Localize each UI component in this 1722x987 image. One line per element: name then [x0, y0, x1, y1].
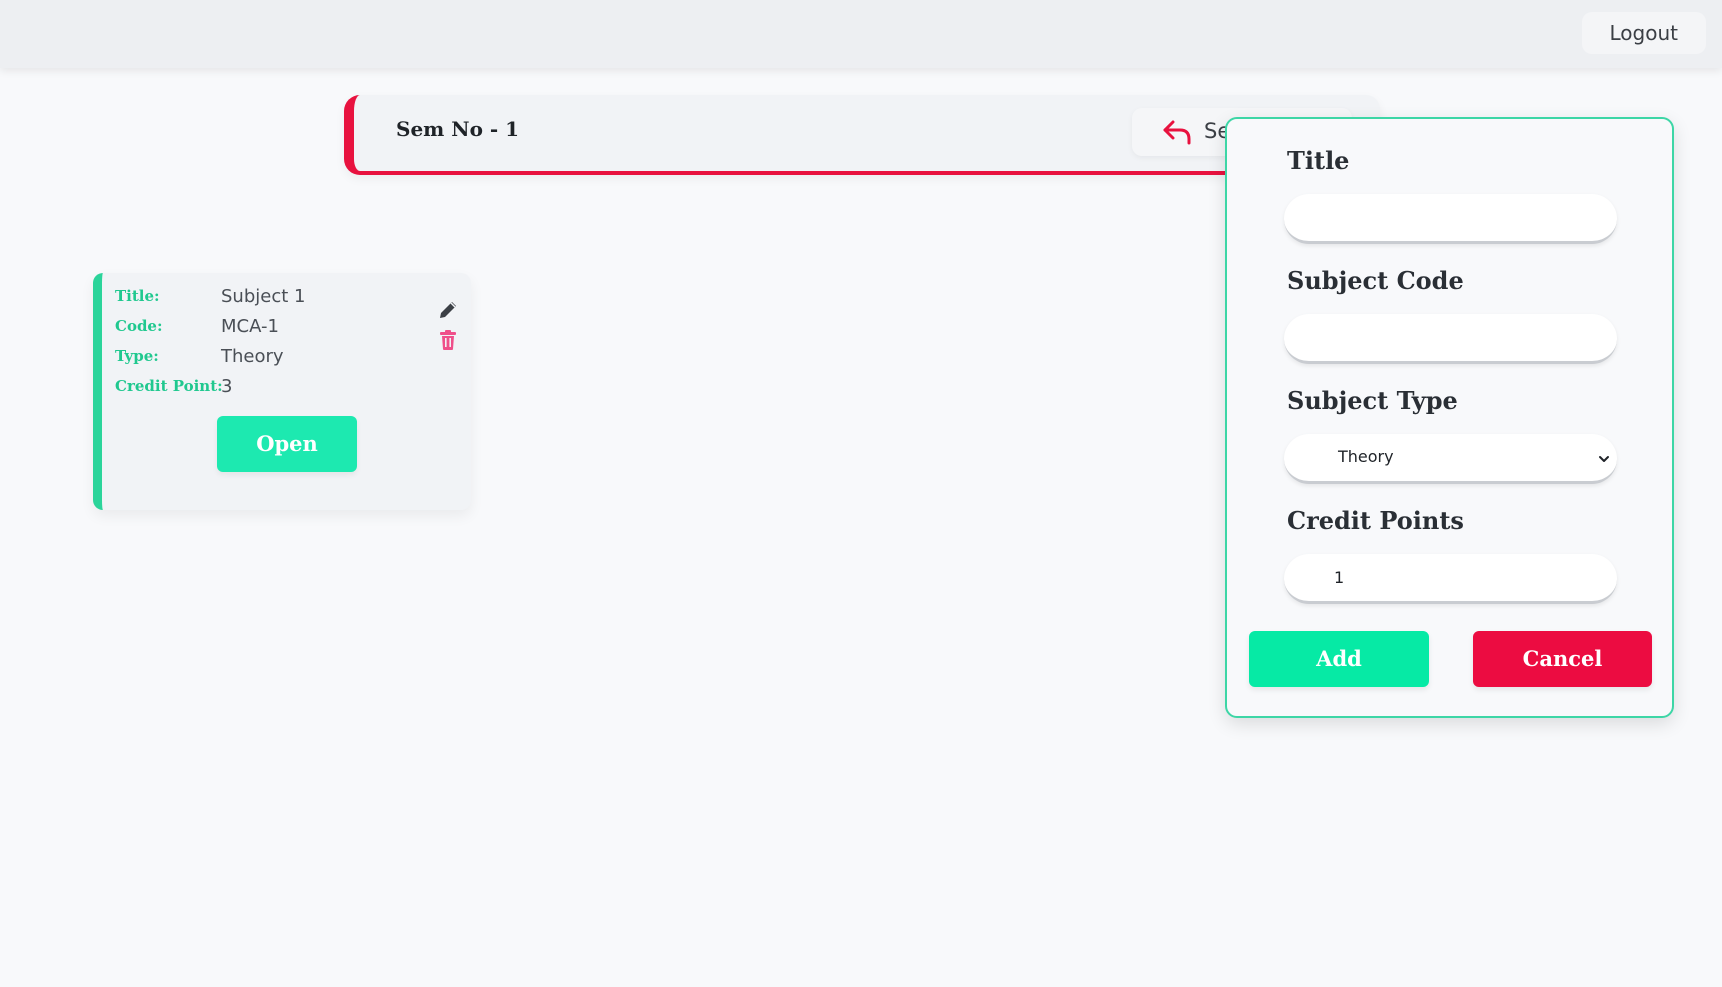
card-label: Code: [115, 317, 163, 335]
card-label: Title: [115, 287, 160, 305]
open-subject-button[interactable]: Open [217, 416, 357, 472]
subject-type-selected-value: Theory [1338, 447, 1394, 466]
subject-type-select[interactable]: Theory [1284, 434, 1617, 484]
card-value: MCA-1 [221, 315, 279, 337]
credit-points-input[interactable] [1284, 554, 1617, 604]
trash-icon[interactable] [438, 329, 458, 351]
semester-title: Sem No - 1 [396, 117, 520, 141]
add-button[interactable]: Add [1249, 631, 1429, 687]
card-value: Subject 1 [221, 285, 306, 307]
subject-type-label: Subject Type [1287, 386, 1458, 415]
cancel-button[interactable]: Cancel [1473, 631, 1652, 687]
top-navbar: Logout [0, 0, 1722, 68]
logout-button[interactable]: Logout [1581, 12, 1706, 54]
card-row-code: Code: MCA-1 [115, 313, 279, 339]
card-value: Theory [221, 345, 284, 367]
card-label: Type: [115, 347, 159, 365]
card-value: 3 [221, 375, 233, 397]
subject-code-label: Subject Code [1287, 266, 1464, 295]
pencil-icon[interactable] [437, 299, 459, 321]
chevron-down-icon [1599, 456, 1609, 462]
title-input[interactable] [1284, 194, 1617, 244]
back-arrow-icon [1163, 120, 1191, 145]
subject-card: Title: Subject 1 Code: MCA-1 Type: Theor… [93, 273, 471, 510]
card-row-type: Type: Theory [115, 343, 284, 369]
credit-points-label: Credit Points [1287, 506, 1464, 535]
title-label: Title [1287, 146, 1350, 175]
card-label: Credit Point: [115, 377, 223, 395]
card-row-title: Title: Subject 1 [115, 283, 305, 309]
card-row-credit: Credit Point: 3 [115, 373, 232, 399]
add-subject-modal: Title Subject Code Subject Type Theory C… [1225, 117, 1674, 718]
subject-code-input[interactable] [1284, 314, 1617, 364]
